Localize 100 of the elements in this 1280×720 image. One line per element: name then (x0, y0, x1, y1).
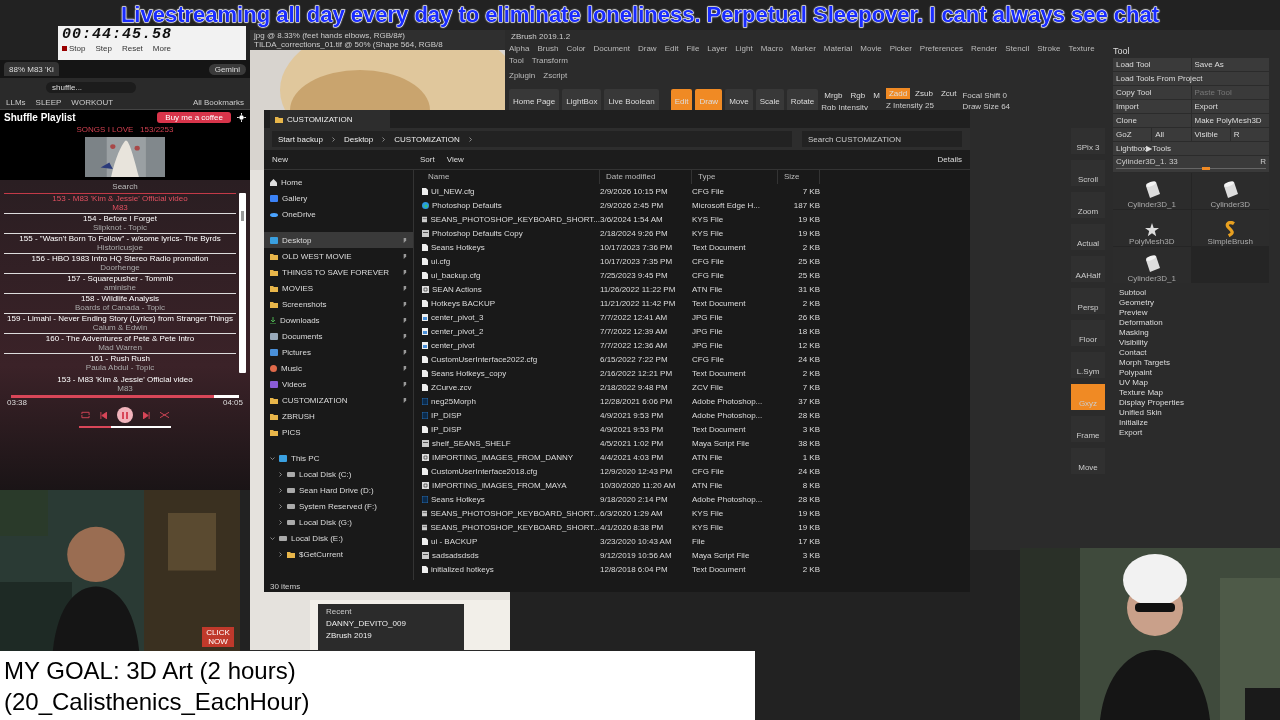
subpalette-item[interactable]: Morph Targets (1119, 358, 1269, 367)
file-name[interactable]: CustomUserInterface2018.cfg (431, 466, 538, 476)
file-name[interactable]: Photoshop Defaults (432, 200, 502, 210)
subpalette-item[interactable]: Polypaint (1119, 368, 1269, 377)
menu-item[interactable]: Render (971, 44, 998, 53)
nav-tree-item[interactable]: Local Disk (E:) (264, 530, 413, 546)
details-button[interactable]: Details (937, 155, 962, 164)
shelf-button[interactable]: Actual (1071, 224, 1105, 250)
menu-item[interactable]: Draw (637, 44, 657, 53)
menu-item[interactable]: File (686, 44, 700, 53)
subpalette-item[interactable]: Display Properties (1119, 398, 1269, 407)
file-name[interactable]: SEANS_PHOTOSHOP_KEYBOARD_SHORT... (430, 522, 600, 532)
z-mode-button[interactable]: Zsub (912, 88, 936, 99)
file-name[interactable]: ui - BACKUP (431, 536, 478, 546)
file-name[interactable]: center_pivot (431, 340, 475, 350)
nav-tree-item[interactable]: $GetCurrent (264, 546, 413, 562)
nav-item[interactable]: OLD WEST MOVIE (264, 248, 413, 264)
toolbar-button[interactable]: Home Page (509, 89, 560, 113)
nav-item[interactable]: Screenshots (264, 296, 413, 312)
tool-button[interactable]: Import (1113, 100, 1191, 113)
file-name[interactable]: Seans Hotkeys (431, 494, 485, 504)
song-item[interactable]: 157 - Squarepusher - Tommib aminishe (4, 273, 236, 293)
shelf-button[interactable]: AAHalf (1071, 256, 1105, 282)
stopwatch-button[interactable]: More (152, 44, 172, 53)
menu-item[interactable]: Picker (889, 44, 912, 53)
search-field[interactable]: Search CUSTOMIZATION (802, 131, 962, 147)
nav-item[interactable]: CUSTOMIZATION (264, 392, 413, 408)
breadcrumb-bar[interactable]: Start backup Desktop CUSTOMIZATION (272, 131, 792, 147)
toolbar-button[interactable]: LightBox (562, 89, 602, 113)
file-name[interactable]: CustomUserInterface2022.cfg (431, 354, 538, 364)
file-name[interactable]: UI_NEW.cfg (431, 186, 475, 196)
tool-button[interactable]: Copy Tool (1113, 86, 1191, 99)
tool-button[interactable]: Make PolyMesh3D (1191, 114, 1269, 127)
breadcrumb-item[interactable]: Desktop (343, 134, 374, 144)
nav-item[interactable]: MOVIES (264, 280, 413, 296)
explorer-tab[interactable]: CUSTOMIZATION (270, 110, 390, 128)
shelf-button[interactable]: SPix 3 (1071, 128, 1105, 154)
nav-item[interactable]: Desktop (264, 232, 413, 248)
shelf-button[interactable]: Floor (1071, 320, 1105, 346)
bookmark-item[interactable]: All Bookmarks (192, 98, 244, 107)
menu-item[interactable]: Light (735, 44, 753, 53)
stopwatch-button[interactable]: Step (95, 44, 112, 53)
menu-item[interactable]: Material (823, 44, 853, 53)
recent-item[interactable]: ZBrush 2019 (326, 631, 456, 640)
scroll-thumb[interactable] (241, 211, 244, 221)
channel-button[interactable]: Rgb (847, 90, 869, 101)
tool-button[interactable]: Save As (1191, 58, 1269, 71)
bookmark-item[interactable]: WORKOUT (71, 98, 114, 107)
subpalette-item[interactable]: Subtool (1119, 288, 1269, 297)
address-bar[interactable]: shuffle... (46, 81, 136, 93)
nav-item[interactable]: Downloads (264, 312, 413, 328)
file-name[interactable]: IMPORTING_IMAGES_FROM_DANNY (432, 452, 574, 462)
menu-item[interactable]: Transform (531, 56, 568, 65)
file-name[interactable]: ZCurve.zcv (431, 382, 472, 392)
file-name[interactable]: Photoshop Defaults Copy (432, 228, 523, 238)
shelf-button[interactable]: L.Sym (1071, 352, 1105, 378)
mode-button[interactable]: Move (725, 89, 753, 113)
shelf-button[interactable]: Zoom (1071, 192, 1105, 218)
column-header[interactable]: Type (692, 170, 778, 184)
mode-button[interactable]: Rotate (786, 89, 819, 113)
nav-item[interactable]: Music (264, 360, 413, 376)
song-item[interactable]: 156 - HBO 1983 Intro HQ Stereo Radio promotion Doorhenge (4, 253, 236, 273)
breadcrumb-item[interactable]: Start backup (278, 134, 323, 144)
nav-item[interactable]: THINGS TO SAVE FOREVER (264, 264, 413, 280)
new-button[interactable]: New (272, 155, 288, 164)
song-item[interactable]: 160 - The Adventures of Pete & Pete Intro Mad Warren (4, 333, 236, 353)
column-header[interactable]: Date modified (600, 170, 692, 184)
shelf-button[interactable]: Frame (1071, 416, 1105, 442)
file-name[interactable]: initialized hotkeys (431, 564, 494, 574)
view-button[interactable]: View (446, 155, 464, 164)
file-name[interactable]: SEAN Actions (432, 284, 482, 294)
subpalette-item[interactable]: Export (1119, 428, 1269, 437)
subpalette-item[interactable]: Visibility (1119, 338, 1269, 347)
subpalette-item[interactable]: UV Map (1119, 378, 1269, 387)
stopwatch-button[interactable]: Reset (121, 44, 143, 53)
nav-item[interactable]: Documents (264, 328, 413, 344)
bookmark-item[interactable]: LLMs (6, 98, 26, 107)
song-item[interactable]: 158 - Wildlife Analysis Boards of Canada - Topic (4, 293, 236, 313)
channel-button[interactable]: Mrgb (821, 90, 846, 101)
subpalette-item[interactable]: Initialize (1119, 418, 1269, 427)
coffee-button[interactable]: Buy me a coffee (157, 112, 231, 123)
nav-item[interactable]: Pictures (264, 344, 413, 360)
nav-item[interactable]: Home (264, 174, 413, 190)
tool-thumbnail[interactable]: PolyMesh3D (1113, 210, 1191, 246)
tool-thumbnail[interactable]: Cylinder3D_1 (1113, 173, 1191, 209)
menu-item[interactable]: Edit (664, 44, 679, 53)
file-name[interactable]: IP_DISP (431, 410, 462, 420)
document-tab[interactable]: jpg @ 8.33% (feet hands elbows, RGB/8#) (254, 31, 506, 40)
gemini-button[interactable]: Gemini (208, 63, 246, 75)
file-name[interactable]: center_pivot_3 (431, 312, 484, 322)
nav-tree-item[interactable]: Local Disk (C:) (264, 466, 413, 482)
tool-button[interactable]: Load Tool (1113, 58, 1191, 71)
column-header[interactable]: Size (778, 170, 820, 184)
subpalette-item[interactable]: Masking (1119, 328, 1269, 337)
tool-button[interactable]: R (1230, 128, 1269, 141)
tool-button[interactable]: Export (1191, 100, 1269, 113)
menu-item[interactable]: Layer (707, 44, 728, 53)
subpalette-item[interactable]: Preview (1119, 308, 1269, 317)
file-name[interactable]: IMPORTING_IMAGES_FROM_MAYA (432, 480, 567, 490)
scrollbar[interactable] (239, 193, 246, 373)
